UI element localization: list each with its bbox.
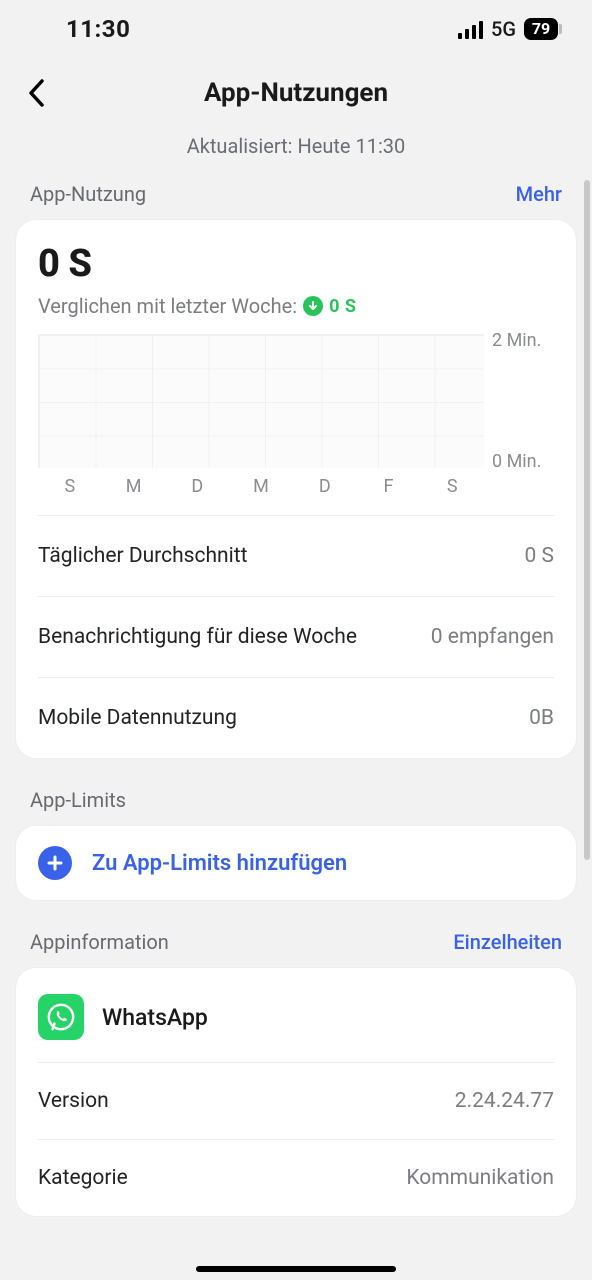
notifications-value: 0 empfangen: [431, 625, 554, 649]
notifications-label: Benachrichtigung für diese Woche: [38, 625, 357, 649]
section-label-usage: App-Nutzung: [30, 182, 146, 206]
daily-average-value: 0 S: [525, 544, 554, 568]
page-title: App-Nutzungen: [204, 78, 388, 108]
mobile-data-value: 0B: [529, 706, 554, 730]
chart-x-label: D: [293, 476, 357, 497]
chart-x-label: F: [357, 476, 421, 497]
usage-compare-row: Verglichen mit letzter Woche: 0 S: [38, 294, 554, 318]
appinfo-details-link[interactable]: Einzelheiten: [453, 930, 562, 954]
compare-delta: 0 S: [329, 296, 356, 317]
chart-y-min: 0 Min.: [492, 451, 554, 472]
chart-x-label: S: [420, 476, 484, 497]
compare-prefix: Verglichen mit letzter Woche:: [38, 294, 297, 318]
usage-chart: 2 Min. 0 Min.: [38, 334, 554, 468]
home-indicator[interactable]: [196, 1266, 396, 1272]
category-label: Kategorie: [38, 1166, 128, 1190]
section-header-limits: App-Limits: [0, 788, 592, 826]
notifications-row[interactable]: Benachrichtigung für diese Woche 0 empfa…: [38, 596, 554, 677]
section-label-limits: App-Limits: [30, 788, 126, 812]
category-row[interactable]: Kategorie Kommunikation: [38, 1139, 554, 1216]
category-value: Kommunikation: [406, 1166, 554, 1190]
status-bar: 11:30 5G 79: [0, 0, 592, 58]
version-label: Version: [38, 1089, 109, 1113]
daily-average-row[interactable]: Täglicher Durchschnitt 0 S: [38, 515, 554, 596]
mobile-data-label: Mobile Datennutzung: [38, 706, 237, 730]
version-value: 2.24.24.77: [455, 1089, 554, 1113]
version-row[interactable]: Version 2.24.24.77: [38, 1062, 554, 1139]
chart-x-label: S: [38, 476, 102, 497]
battery-percent: 79: [524, 18, 558, 40]
chart-x-label: M: [102, 476, 166, 497]
usage-card: 0 S Verglichen mit letzter Woche: 0 S 2 …: [16, 220, 576, 758]
daily-average-label: Täglicher Durchschnitt: [38, 544, 248, 568]
app-name: WhatsApp: [102, 1004, 208, 1031]
signal-icon: [458, 19, 483, 39]
updated-timestamp: Aktualisiert: Heute 11:30: [0, 134, 592, 158]
add-app-limit-button[interactable]: Zu App-Limits hinzufügen: [16, 826, 576, 900]
chart-y-max: 2 Min.: [492, 330, 554, 351]
arrow-down-icon: [303, 296, 323, 316]
appinfo-card: WhatsApp Version 2.24.24.77 Kategorie Ko…: [16, 968, 576, 1216]
battery-icon: 79: [524, 18, 562, 40]
whatsapp-icon: [38, 994, 84, 1040]
scrollbar[interactable]: [584, 180, 590, 860]
status-time: 11:30: [30, 15, 130, 43]
chart-x-label: D: [165, 476, 229, 497]
nav-header: App-Nutzungen: [0, 58, 592, 128]
section-header-appinfo: Appinformation Einzelheiten: [0, 930, 592, 968]
status-right: 5G 79: [458, 17, 562, 41]
plus-circle-icon: [38, 846, 72, 880]
chart-x-label: M: [229, 476, 293, 497]
chevron-left-icon: [27, 78, 45, 108]
add-app-limit-label: Zu App-Limits hinzufügen: [92, 851, 347, 876]
usage-total-time: 0 S: [38, 242, 554, 286]
section-label-appinfo: Appinformation: [30, 930, 169, 954]
chart-y-labels: 2 Min. 0 Min.: [484, 334, 554, 468]
chart-grid: [38, 334, 484, 468]
back-button[interactable]: [18, 75, 54, 111]
network-label: 5G: [491, 17, 516, 41]
usage-more-link[interactable]: Mehr: [516, 182, 562, 206]
section-header-usage: App-Nutzung Mehr: [0, 182, 592, 220]
mobile-data-row[interactable]: Mobile Datennutzung 0B: [38, 677, 554, 758]
app-identity-row[interactable]: WhatsApp: [38, 990, 554, 1062]
chart-x-axis: S M D M D F S: [38, 476, 554, 497]
